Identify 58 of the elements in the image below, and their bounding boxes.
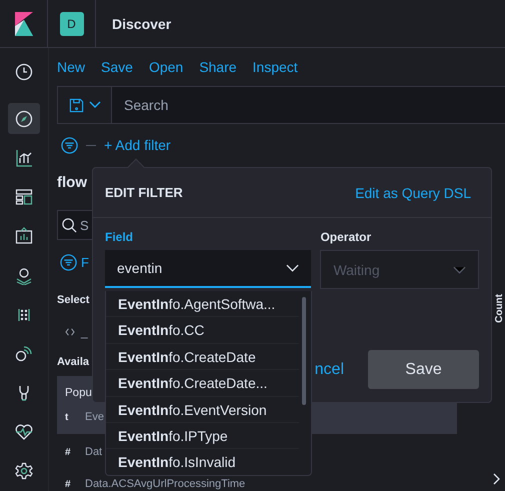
map-icon [15, 266, 33, 285]
save-button[interactable]: Save [368, 350, 479, 389]
dialog-title: EDIT FILTER [105, 185, 183, 200]
code-icon [65, 328, 75, 336]
field-name[interactable]: _ [81, 325, 88, 339]
axis-label: Count [494, 294, 505, 323]
operator-label: Operator [320, 230, 372, 244]
suggestion-item[interactable]: EventInfo.IPType [106, 422, 299, 450]
field-name[interactable]: Eve [85, 411, 104, 423]
caret-icon [88, 101, 100, 109]
clock-icon [15, 62, 33, 81]
suggestion-item[interactable]: EventInfo.EventVersion [106, 396, 299, 423]
field-combo-box[interactable]: eventin [105, 250, 312, 288]
section-heading: Availa [57, 355, 90, 370]
field-name[interactable]: Dat [85, 446, 102, 458]
menu-link[interactable]: New [57, 59, 86, 75]
gear-icon [15, 462, 33, 480]
suggestion-item[interactable]: EventInfo.CreateDate... [106, 370, 299, 397]
nav-item[interactable] [8, 103, 40, 134]
search-field[interactable]: Search [112, 87, 505, 123]
scrollbar[interactable] [302, 297, 306, 405]
compass-icon [15, 110, 33, 128]
page-title: Discover [112, 16, 172, 32]
suggestion-item[interactable]: EventInfo.IsInvalid [106, 449, 299, 475]
filter-icon[interactable] [60, 254, 77, 270]
field-type-icon: t [65, 412, 73, 422]
menu-link[interactable]: Save [101, 59, 133, 75]
logo-icon[interactable] [14, 12, 32, 36]
suggestion-item[interactable]: EventInfo.CreateDate [106, 344, 299, 370]
menu-link[interactable]: Open [148, 59, 184, 75]
field-type-icon: # [65, 478, 73, 490]
menu-link[interactable]: Inspect [252, 59, 298, 75]
save-icon [68, 98, 84, 112]
filter-link[interactable]: F [81, 254, 89, 270]
index-pattern-title: flow [57, 173, 87, 193]
suggestion-item[interactable]: EventInfo.CC [106, 317, 299, 344]
caret-icon [453, 266, 466, 274]
heart-icon [15, 423, 33, 442]
signal-icon [15, 344, 33, 363]
add-filter-link[interactable]: + Add filter [104, 137, 171, 153]
suggestion-item[interactable]: EventInfo.AgentSoftwa... [106, 291, 299, 318]
filter-icon[interactable] [61, 136, 78, 154]
field-search-input[interactable]: S [57, 210, 93, 240]
dashboard-icon [15, 188, 33, 206]
cancel-link[interactable]: ncel [314, 360, 344, 378]
space-avatar[interactable]: D [60, 12, 84, 36]
chart-icon [15, 148, 33, 167]
search-icon [62, 218, 77, 232]
query-dsl-link[interactable]: Edit as Query DSL [355, 184, 471, 200]
menu-link[interactable]: Share [199, 59, 237, 75]
field-type-icon: # [65, 446, 73, 458]
caret-icon [286, 264, 300, 272]
chevron-right-icon[interactable] [492, 473, 500, 485]
canvas-icon [15, 227, 33, 246]
section-heading: Select [57, 293, 90, 308]
field-label: Field [105, 230, 134, 244]
field-name[interactable]: Data.ACSAvgUrlProcessingTime [85, 478, 246, 490]
section-heading: Popu [65, 386, 92, 401]
